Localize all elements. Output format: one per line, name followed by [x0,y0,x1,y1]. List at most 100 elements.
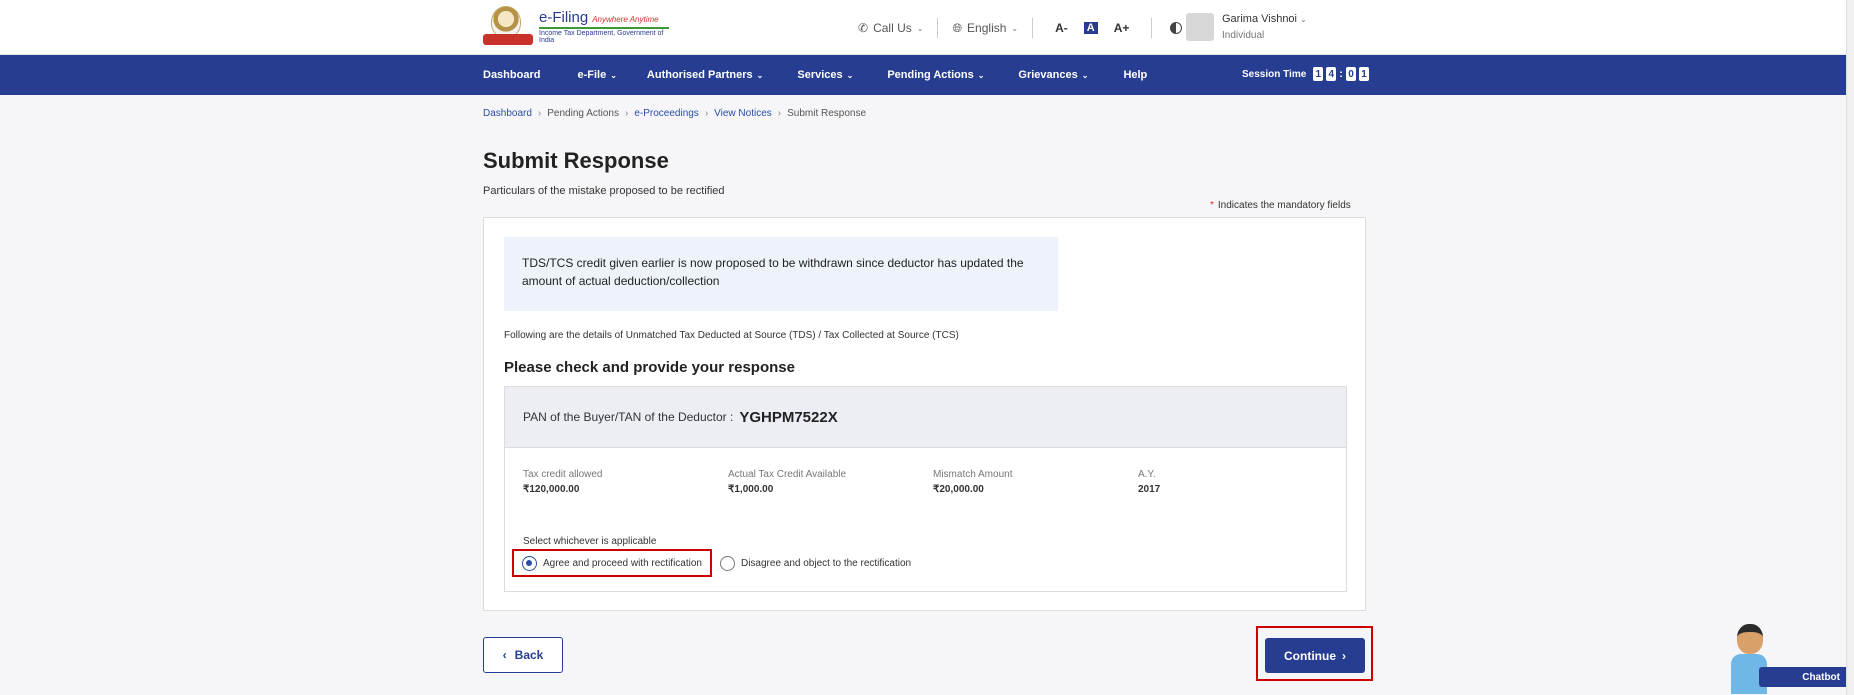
column-value: ₹1,000.00 [728,484,774,495]
efiling-logo[interactable]: e-Filing Anywhere Anytime Income Tax Dep… [483,6,669,46]
mismatch-amount: Mismatch Amount ₹20,000.00 [933,469,1138,495]
user-role: Individual [1222,30,1265,41]
continue-label: Continue [1284,648,1336,663]
call-us-dropdown[interactable]: ✆ Call Us ⌄ [858,21,923,35]
nav-label: e-File [577,69,607,81]
contrast-icon[interactable] [1170,22,1183,34]
amount-columns: Tax credit allowed ₹120,000.00 Actual Ta… [523,469,1343,495]
continue-button[interactable]: Continue › [1265,638,1365,673]
font-normal-button[interactable]: A [1083,22,1098,34]
nav-label: Help [1123,69,1148,81]
logo-title: e-Filing [539,8,589,26]
nav-label: Dashboard [483,69,541,81]
radio-checked-icon[interactable] [522,555,537,571]
page-scrollbar[interactable] [1846,0,1854,695]
back-button[interactable]: ‹ Back [483,637,563,673]
logo-tagline: Anywhere Anytime [592,14,659,24]
section-title: Please check and provide your response [504,359,795,376]
nav-pending-actions[interactable]: Pending Actions ⌄ [887,69,984,81]
breadcrumb: Dashboard › Pending Actions › e-Proceedi… [483,108,866,119]
breadcrumb-submit-response: Submit Response [787,108,867,119]
page-subtitle: Particulars of the mistake proposed to b… [483,185,725,197]
chevron-down-icon: ⌄ [1081,70,1089,80]
select-label: Select whichever is applicable [523,536,657,547]
page-title: Submit Response [483,148,669,173]
actual-tax-credit: Actual Tax Credit Available ₹1,000.00 [728,469,933,495]
back-label: Back [514,648,544,662]
session-colon: : [1339,68,1343,80]
nav-label: Pending Actions [887,69,974,81]
breadcrumb-view-notices[interactable]: View Notices [714,108,772,119]
details-intro: Following are the details of Unmatched T… [504,330,959,341]
language-label: English [967,21,1007,35]
session-digit: 1 [1313,67,1324,81]
chevron-left-icon: ‹ [502,648,507,662]
response-card: TDS/TCS credit given earlier is now prop… [483,217,1366,611]
breadcrumb-e-proceedings[interactable]: e-Proceedings [634,108,698,119]
chatbot-label[interactable]: Chatbot [1759,667,1854,687]
chevron-down-icon: ⌄ [1300,15,1307,24]
phone-icon: ✆ [858,21,869,35]
column-label: A.Y. [1138,469,1156,480]
continue-highlight: Continue › [1256,626,1373,681]
logo-subtitle: Income Tax Department, Government of Ind… [539,26,669,44]
chevron-down-icon: ⌄ [916,23,924,33]
nav-services[interactable]: Services ⌄ [797,69,853,81]
assessment-year: A.Y. 2017 [1138,469,1343,495]
user-menu[interactable]: Garima Vishnoi ⌄ Individual [1186,13,1307,41]
national-emblem-icon [483,6,533,46]
chevron-right-icon: › [777,108,782,119]
chevron-right-icon: › [537,108,542,119]
chevron-down-icon: ⌄ [846,70,854,80]
info-box: TDS/TCS credit given earlier is now prop… [504,237,1058,311]
tds-details-panel: PAN of the Buyer/TAN of the Deductor : Y… [504,386,1347,592]
pan-row: PAN of the Buyer/TAN of the Deductor : Y… [505,387,1346,448]
nav-label: Authorised Partners [646,69,753,81]
chatbot-widget[interactable]: Chatbot [1725,620,1854,695]
tax-credit-allowed: Tax credit allowed ₹120,000.00 [523,469,728,495]
column-value: ₹20,000.00 [933,484,984,495]
session-digit: 4 [1326,67,1337,81]
radio-agree[interactable]: Agree and proceed with rectification [512,549,712,577]
nav-authorised-partners[interactable]: Authorised Partners ⌄ [647,69,763,81]
session-digit: 1 [1358,67,1369,81]
chevron-down-icon: ⌄ [610,70,617,80]
font-decrease-button[interactable]: A- [1055,21,1068,35]
language-dropdown[interactable]: 🌐︎ English ⌄ [952,21,1018,36]
chevron-down-icon: ⌄ [1011,23,1019,33]
breadcrumb-pending-actions: Pending Actions [547,108,619,119]
nav-label: Services [797,69,843,81]
top-header: e-Filing Anywhere Anytime Income Tax Dep… [0,0,1854,55]
column-value: 2017 [1138,484,1161,495]
radio-unchecked-icon[interactable] [719,555,735,571]
column-label: Actual Tax Credit Available [728,469,847,480]
session-label: Session Time [1242,68,1307,80]
user-name: Garima Vishnoi [1222,13,1297,25]
globe-icon: 🌐︎ [952,20,963,35]
radio-disagree-label: Disagree and object to the rectification [740,557,912,569]
nav-dashboard[interactable]: Dashboard [483,69,540,81]
nav-efile[interactable]: e-File ⌄ [577,69,616,81]
mandatory-star: * [1210,200,1214,211]
radio-disagree[interactable]: Disagree and object to the rectification [719,549,912,577]
column-label: Tax credit allowed [523,469,603,480]
chevron-right-icon: › [624,108,629,119]
call-us-label: Call Us [873,21,912,35]
main-nav: Dashboard e-File ⌄ Authorised Partners ⌄ S… [0,55,1854,95]
pan-value: YGHPM7522X [739,408,838,426]
chevron-down-icon: ⌄ [977,70,985,80]
response-radio-group: Agree and proceed with rectification Dis… [512,549,911,577]
mandatory-note: * Indicates the mandatory fields [1210,200,1351,211]
mandatory-note-text: Indicates the mandatory fields [1217,200,1351,211]
column-label: Mismatch Amount [933,469,1013,480]
radio-agree-label: Agree and proceed with rectification [543,557,702,569]
font-increase-button[interactable]: A+ [1114,21,1130,35]
column-value: ₹120,000.00 [523,484,580,495]
session-digit: 0 [1345,67,1356,81]
chevron-right-icon: › [704,108,709,119]
nav-grievances[interactable]: Grievances ⌄ [1018,69,1088,81]
nav-help[interactable]: Help [1123,69,1147,81]
nav-label: Grievances [1018,69,1078,81]
breadcrumb-dashboard[interactable]: Dashboard [483,108,532,119]
avatar [1186,13,1214,41]
